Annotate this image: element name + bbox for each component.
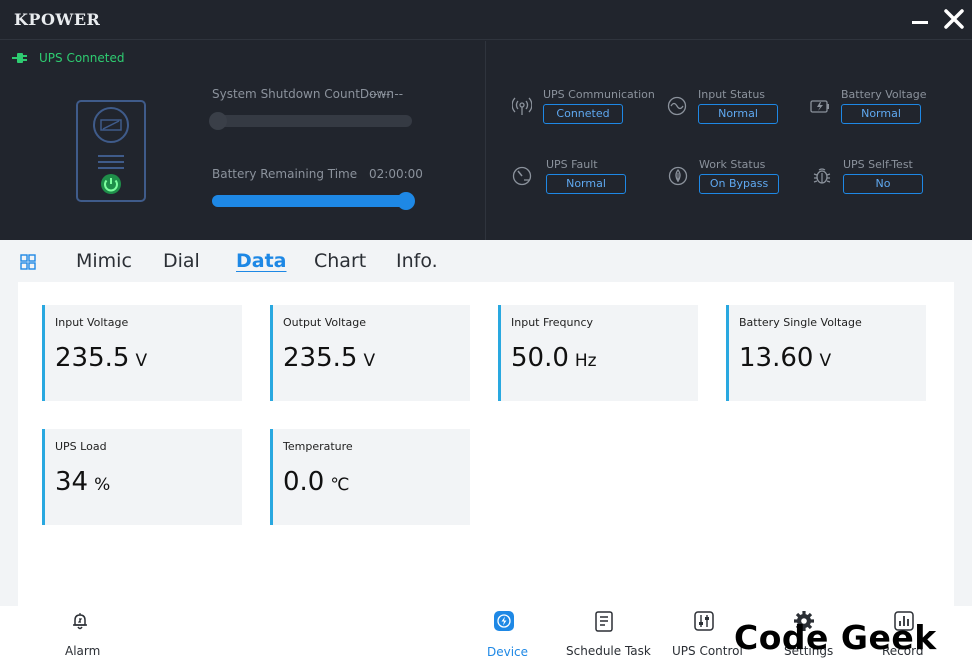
status-badge: On Bypass [699,174,779,194]
status-badge: Normal [546,174,626,194]
battery-remaining-label: Battery Remaining Time [212,167,358,181]
tab-info[interactable]: Info. [396,250,438,272]
card-input-frequency: Input Frequncy 50.0 Hz [498,305,698,401]
sliders-icon [694,611,714,631]
card-title: Input Frequncy [511,316,594,329]
nav-label: UPS Control [672,644,743,658]
card-unit: V [819,351,832,371]
bell-icon [73,613,87,630]
status-battery-voltage: Battery Voltage Normal [810,88,950,128]
status-work: Work Status On Bypass [668,158,808,198]
nav-label: Alarm [65,644,101,658]
card-unit: V [135,351,148,371]
data-panel: Input Voltage 235.5 V Output Voltage 235.… [18,282,954,606]
status-badge: Normal [698,104,778,124]
battery-remaining-value: 02:00:00 [369,167,423,181]
document-icon [595,611,613,632]
lightning-icon [494,611,514,631]
grid-icon[interactable] [20,254,36,270]
status-self-test: UPS Self-Test No [812,158,952,198]
card-title: Battery Single Voltage [739,316,862,329]
shutdown-countdown-value: --:--:-- [369,87,404,101]
card-unit: ℃ [330,475,350,495]
status-label: UPS Communication [543,88,655,101]
nav-label: Device [487,645,529,659]
status-input: Input Status Normal [667,88,807,128]
battery-remaining-bar [212,192,415,210]
tab-chart[interactable]: Chart [314,250,366,272]
view-tabs: Mimic Dial Data Chart Info. [0,240,972,282]
card-unit: % [94,475,111,495]
status-badge: No [843,174,923,194]
plug-icon [12,53,27,63]
battery-charging-icon [810,100,829,113]
nav-label: Schedule Task [566,644,651,658]
status-label: UPS Self-Test [843,158,913,171]
card-value: 50.0 Hz [511,343,597,373]
shutdown-countdown-label: System Shutdown CountDown [212,87,394,101]
signal-icon [512,97,532,115]
shutdown-countdown-bar [209,112,412,130]
header-panel: KPOWER UPS Conneted System Shutdown Coun… [0,0,972,240]
ups-device-icon [76,100,146,202]
sine-wave-icon [667,96,687,116]
status-label: UPS Fault [546,158,598,171]
card-value: 34% [55,467,111,497]
status-label: Work Status [699,158,766,171]
card-input-voltage: Input Voltage 235.5 V [42,305,242,401]
title-bar: KPOWER [0,0,972,40]
card-unit: Hz [574,351,597,371]
status-badge: Normal [841,104,921,124]
leaf-icon [668,166,688,186]
card-title: Temperature [283,440,353,453]
tab-data[interactable]: Data [236,250,287,272]
close-button[interactable] [942,8,966,32]
app-brand: KPOWER [14,10,101,29]
card-value: 13.60 V [739,343,832,373]
close-icon [944,9,964,29]
connection-status: UPS Conneted [12,51,124,65]
card-battery-single-voltage: Battery Single Voltage 13.60 V [726,305,926,401]
card-value: 0.0 ℃ [283,467,350,497]
status-ups-fault: UPS Fault Normal [512,158,652,198]
connection-label: UPS Conneted [39,51,125,65]
nav-device[interactable]: Device [484,606,529,660]
battery-knob [397,192,415,210]
gauge-icon [512,166,532,186]
nav-alarm[interactable]: Alarm [60,606,100,660]
tab-mimic[interactable]: Mimic [76,250,132,272]
status-ups-communication: UPS Communication Conneted [512,88,655,128]
card-unit: V [363,351,376,371]
shutdown-knob [209,112,227,130]
card-value: 235.5 V [283,343,376,373]
status-badge: Conneted [543,104,623,124]
card-ups-load: UPS Load 34% [42,429,242,525]
status-label: Battery Voltage [841,88,927,101]
watermark: Code Geek [734,618,937,657]
card-title: Output Voltage [283,316,366,329]
status-label: Input Status [698,88,766,101]
card-title: UPS Load [55,440,107,453]
minimize-button[interactable] [908,8,932,32]
nav-schedule-task[interactable]: Schedule Task [563,606,651,660]
card-title: Input Voltage [55,316,129,329]
ups-overview-panel: UPS Conneted System Shutdown CountDown -… [0,41,486,240]
card-output-voltage: Output Voltage 235.5 V [270,305,470,401]
card-value: 235.5 V [55,343,148,373]
card-temperature: Temperature 0.0 ℃ [270,429,470,525]
bug-icon [813,168,831,184]
tab-dial[interactable]: Dial [163,250,200,272]
